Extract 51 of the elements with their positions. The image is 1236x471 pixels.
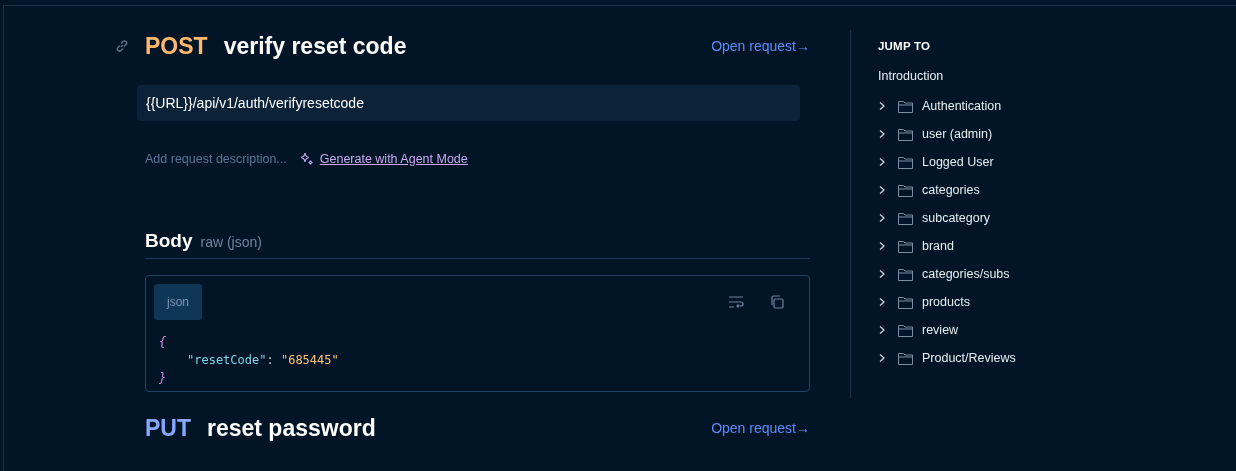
folder-item[interactable]: Authentication [878,92,1178,120]
folder-icon [898,323,913,337]
code-line: } [159,370,167,387]
folder-item[interactable]: categories [878,176,1178,204]
chevron-icon[interactable] [878,157,886,167]
request-title: reset password [207,414,376,442]
folder-item[interactable]: brand [878,232,1178,260]
folder-icon [898,351,913,365]
folder-icon [898,267,913,281]
folder-item[interactable]: Product/Reviews [878,344,1178,372]
chevron-icon[interactable] [878,213,886,223]
chevron-icon[interactable] [878,185,886,195]
folder-icon [898,127,913,141]
chevron-icon[interactable] [878,325,886,335]
copy-icon[interactable] [769,294,785,310]
folder-item[interactable]: user (admin) [878,120,1178,148]
folder-item[interactable]: review [878,316,1178,344]
chevron-icon[interactable] [878,101,886,111]
code-line: { [159,334,167,351]
wrap-icon[interactable] [728,294,744,310]
folder-icon [898,211,913,225]
folder-item[interactable]: subcategory [878,204,1178,232]
body-mode: raw (json) [200,234,262,250]
request-title: verify reset code [223,32,407,60]
code-line: "resetCode": "685445" [187,352,339,369]
body-heading: Body [145,230,193,252]
http-method: PUT [145,414,191,442]
url-field[interactable]: {{URL}}/api/v1/auth/verifyresetcode [137,85,800,121]
sidebar-item[interactable]: Introduction [878,69,944,83]
chevron-icon[interactable] [878,269,886,279]
folder-item[interactable]: Logged User [878,148,1178,176]
description-placeholder[interactable]: Add request description... [145,151,287,166]
sidebar-heading: JUMP TO [878,40,932,52]
sparkle-icon [298,151,314,166]
folder-icon [898,239,913,253]
folder-item[interactable]: products [878,288,1178,316]
link-icon[interactable] [115,39,129,53]
http-method: POST [145,32,208,60]
folder-icon [898,295,913,309]
folder-icon [898,99,913,113]
folder-icon [898,183,913,197]
agent-mode-link[interactable]: Generate with Agent Mode [298,151,468,166]
chevron-icon[interactable] [878,129,886,139]
language-tag: json [154,284,202,320]
chevron-icon[interactable] [878,241,886,251]
folder-item[interactable]: categories/subs [878,260,1178,288]
folder-icon [898,155,913,169]
open-request-link[interactable]: Open request→ [711,38,810,54]
chevron-icon[interactable] [878,297,886,307]
chevron-icon[interactable] [878,353,886,363]
open-request-link[interactable]: Open request→ [711,420,810,436]
